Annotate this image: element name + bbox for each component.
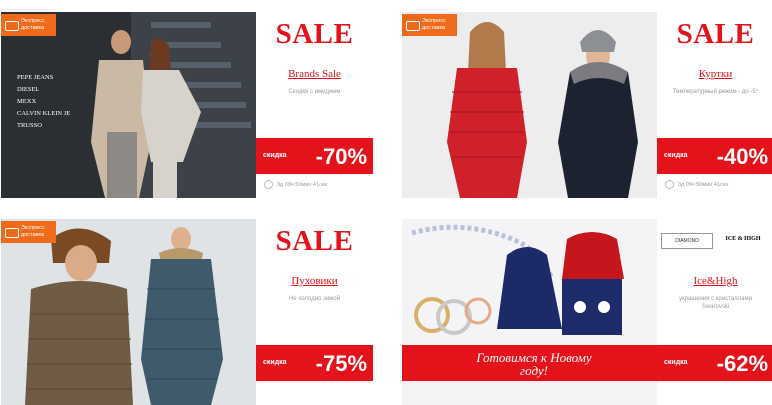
promo-title-link[interactable]: Ice&High (657, 275, 772, 287)
express-delivery-badge: Экспресс доставка (402, 14, 457, 36)
promo-subtitle: Температурный режим - до -5° (672, 89, 759, 95)
sale-heading: SALE (676, 18, 755, 50)
brand-item: CALVIN KLEIN JE (17, 110, 71, 117)
discount-value: -40% (716, 144, 768, 169)
discount-value: -62% (716, 351, 768, 376)
brand-item: PEPE JEANS (17, 74, 54, 81)
countdown-timer: 3д 09ч 50мин 41сек (665, 180, 770, 189)
discount-badge: скидка -40% (657, 138, 772, 174)
brand-logo: ICE & HIGH (725, 236, 761, 242)
promo-title-link[interactable]: Brands Sale (256, 68, 373, 80)
countdown-timer: 3д 09ч 50мин 41сек (264, 180, 369, 189)
promo-info-panel: SALE Пуховики Не холодно зимой скидка -7… (256, 219, 373, 405)
promo-subtitle: Скидки с имиджем (288, 89, 341, 95)
new-year-banner: Готовимся к Новому году! скидка -62% (402, 345, 772, 381)
truck-icon (406, 21, 420, 31)
clock-icon (264, 180, 273, 189)
brand-item: MEXX (17, 98, 37, 105)
promo-subtitle: Не холодно зимой (289, 296, 340, 302)
promo-card-jackets[interactable]: Экспресс доставка SALE Куртки Температур… (402, 12, 772, 198)
brand-item: DIESEL (17, 86, 40, 93)
sale-heading: SALE (275, 18, 354, 50)
promo-info-panel: SALE Куртки Температурный режим - до -5°… (657, 12, 772, 198)
discount-badge: скидка -70% (256, 138, 373, 174)
brand-logo: DIAMOND (661, 233, 713, 249)
express-delivery-badge: Экспресс доставка (1, 221, 56, 243)
banner-promo-text: Готовимся к Новому году! (476, 350, 592, 378)
clock-icon (665, 180, 674, 189)
truck-icon (5, 21, 19, 31)
express-delivery-badge: Экспресс доставка (1, 14, 56, 36)
promo-card-jewelry[interactable]: DIAMOND ICE & HIGH Ice&High украшения с … (402, 219, 772, 405)
discount-badge: скидка -75% (256, 345, 373, 381)
truck-icon (5, 228, 19, 238)
promo-title-link[interactable]: Куртки (657, 68, 772, 80)
discount-label: скидка (263, 152, 287, 159)
promo-title-link[interactable]: Пуховики (256, 275, 373, 287)
discount-label: скидка (664, 359, 688, 366)
promo-info-panel: SALE Brands Sale Скидки с имиджем скидка… (256, 12, 373, 198)
promo-photo: Экспресс доставка (1, 219, 256, 405)
promo-photo: Экспресс доставка (402, 12, 657, 198)
promo-card-brands-sale[interactable]: Экспресс доставка PEPE JEANS DIESEL MEXX… (1, 12, 373, 198)
sale-heading: SALE (275, 225, 354, 257)
promo-photo: Экспресс доставка PEPE JEANS DIESEL MEXX… (1, 12, 256, 198)
discount-label: скидка (263, 359, 287, 366)
promo-card-down-jackets[interactable]: Экспресс доставка SALE Пуховики Не холод… (1, 219, 373, 405)
promo-subtitle: украшения с кристаллами Swarovski (679, 296, 752, 310)
discount-label: скидка (664, 152, 688, 159)
brand-item: TRUSSO (17, 122, 42, 129)
discount-value: -70% (315, 144, 367, 169)
brand-list: PEPE JEANS DIESEL MEXX CALVIN KLEIN JE T… (17, 72, 70, 132)
brand-logos: DIAMOND ICE & HIGH (661, 229, 771, 251)
discount-value: -75% (315, 351, 367, 376)
